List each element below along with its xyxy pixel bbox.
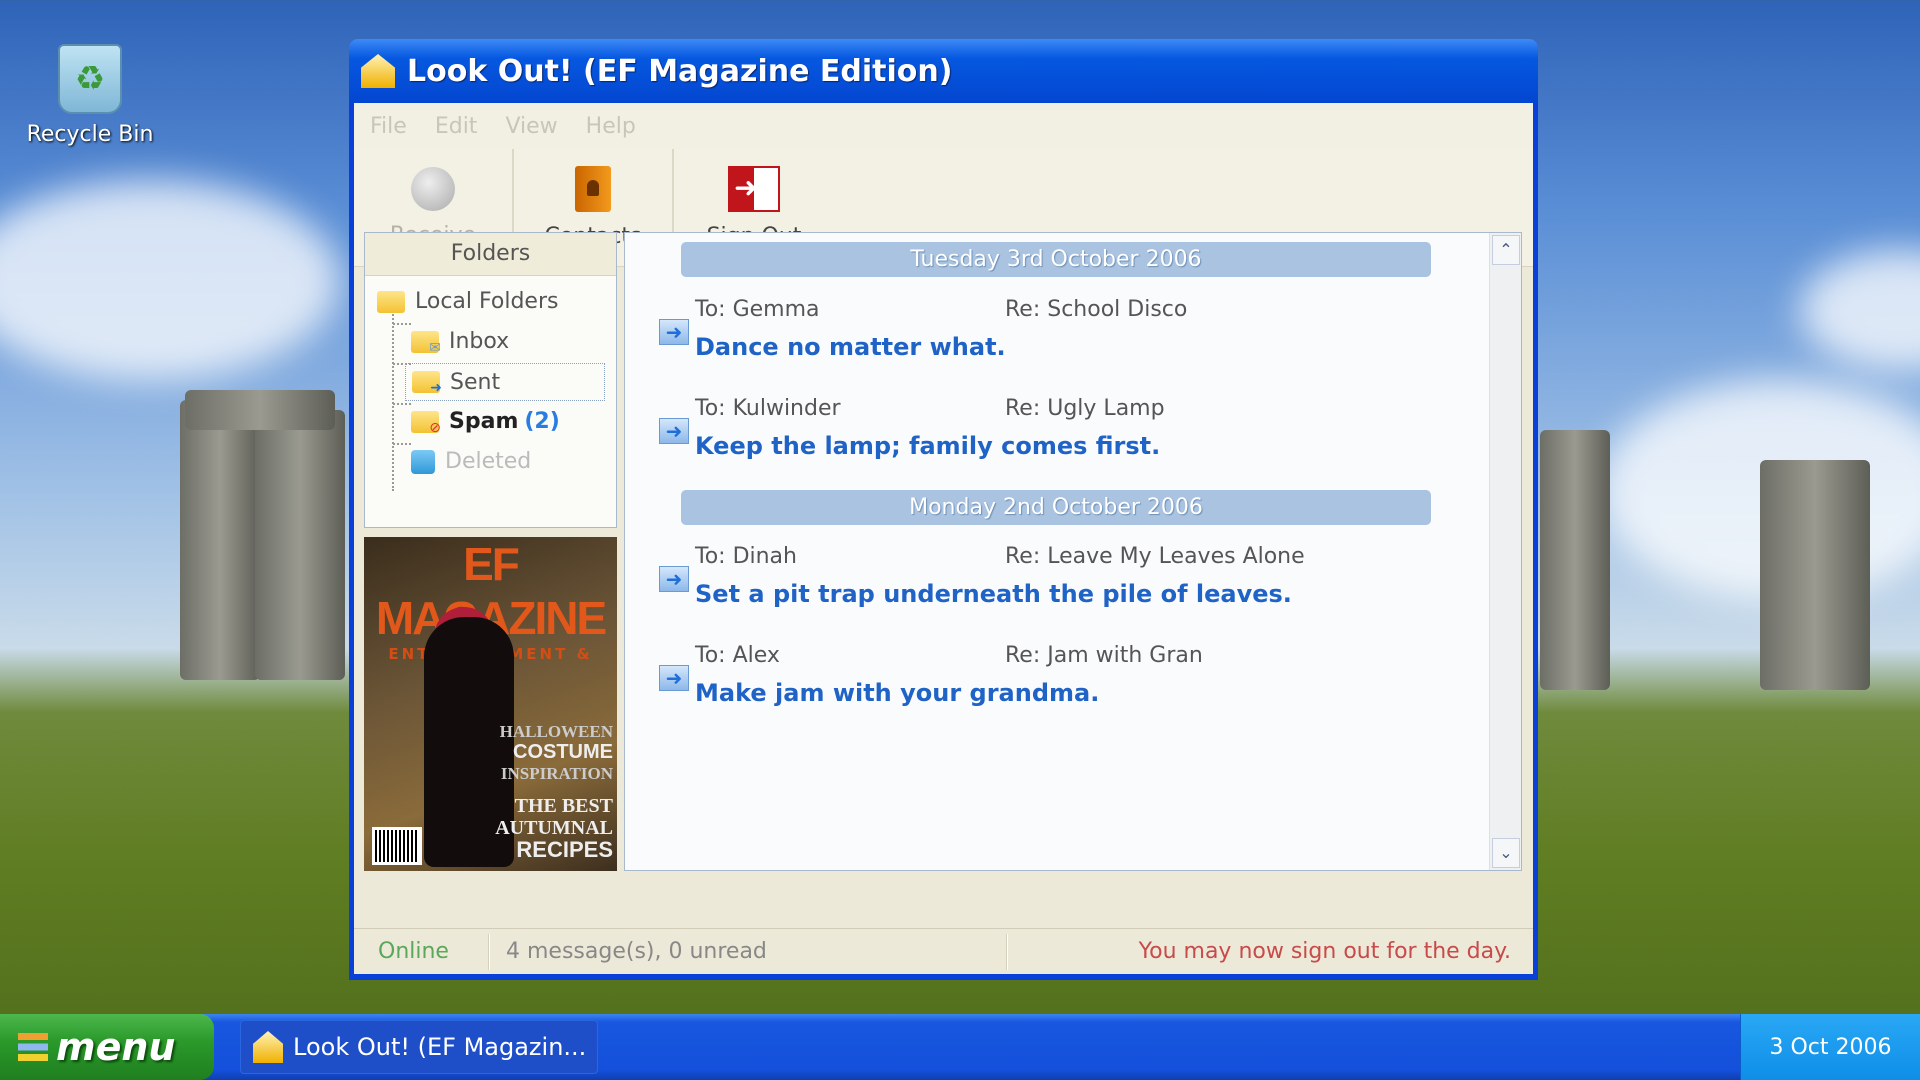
window-title: Look Out! (EF Magazine Edition) bbox=[407, 53, 953, 89]
message-recipient: To: Kulwinder bbox=[695, 396, 841, 421]
stone bbox=[255, 410, 345, 680]
sent-message-icon: ➜ bbox=[659, 418, 689, 444]
status-notice: You may now sign out for the day. bbox=[1138, 939, 1511, 964]
taskbar-item-look-out[interactable]: Look Out! (EF Magazin... bbox=[240, 1020, 598, 1074]
tree-line bbox=[393, 323, 411, 325]
message-item[interactable]: ➜ To: Alex Re: Jam with Gran Make jam wi… bbox=[625, 643, 1485, 723]
address-book-icon bbox=[575, 166, 611, 212]
recycle-bin-icon: ♻ bbox=[58, 44, 122, 114]
cover-headline: COSTUME bbox=[513, 741, 613, 763]
cover-headline: INSPIRATION bbox=[500, 764, 613, 783]
folder-label: Inbox bbox=[449, 329, 510, 354]
cloud bbox=[0, 180, 340, 380]
menu-bar: File Edit View Help bbox=[354, 103, 1533, 149]
message-subject: Re: Ugly Lamp bbox=[1005, 396, 1165, 421]
message-body: Make jam with your grandma. bbox=[695, 679, 1100, 707]
date-header: Tuesday 3rd October 2006 bbox=[681, 242, 1431, 277]
desktop-icon-recycle-bin[interactable]: ♻ Recycle Bin bbox=[20, 44, 160, 147]
cloud bbox=[1800, 250, 1920, 370]
menu-icon bbox=[18, 1033, 48, 1061]
envelope-app-icon bbox=[253, 1031, 283, 1063]
vertical-scrollbar[interactable]: ⌃ ⌄ bbox=[1489, 233, 1521, 870]
message-subject: Re: School Disco bbox=[1005, 297, 1188, 322]
cover-headline: HALLOWEEN bbox=[499, 722, 613, 741]
menu-help[interactable]: Help bbox=[586, 114, 636, 139]
folder-label: Local Folders bbox=[415, 289, 559, 314]
cover-headline: AUTUMNAL bbox=[495, 817, 613, 839]
stone bbox=[185, 390, 335, 430]
folder-label: Sent bbox=[450, 369, 501, 395]
scroll-up-chevron-icon[interactable]: ⌃ bbox=[1492, 235, 1520, 265]
app-window: Look Out! (EF Magazine Edition) File Edi… bbox=[349, 39, 1538, 980]
magazine-cover-ad[interactable]: EF MAGAZINE ENTERTAINMENT & FUN HALLOWEE… bbox=[364, 537, 617, 871]
spam-folder-icon: ⊘ bbox=[411, 410, 441, 435]
message-item[interactable]: ➜ To: Dinah Re: Leave My Leaves Alone Se… bbox=[625, 544, 1485, 624]
inbox-folder-icon: ✉ bbox=[411, 330, 441, 355]
folder-local-folders[interactable]: Local Folders bbox=[377, 289, 558, 314]
folder-inbox[interactable]: ✉ Inbox bbox=[411, 329, 510, 355]
sent-message-icon: ➜ bbox=[659, 319, 689, 345]
folder-label: Deleted bbox=[445, 449, 532, 474]
connection-status: Online bbox=[378, 939, 449, 964]
tree-line bbox=[393, 443, 411, 445]
stone bbox=[180, 400, 260, 680]
scroll-down-chevron-icon[interactable]: ⌄ bbox=[1492, 838, 1520, 868]
exit-sign-icon: ➜ bbox=[728, 166, 780, 212]
message-body: Dance no matter what. bbox=[695, 333, 1006, 361]
message-subject: Re: Leave My Leaves Alone bbox=[1005, 544, 1305, 569]
folders-header: Folders bbox=[365, 233, 616, 276]
folder-sent[interactable]: ➜ Sent bbox=[405, 363, 605, 401]
message-item[interactable]: ➜ To: Kulwinder Re: Ugly Lamp Keep the l… bbox=[625, 396, 1485, 476]
task-label: Look Out! (EF Magazin... bbox=[293, 1033, 587, 1061]
message-recipient: To: Gemma bbox=[695, 297, 820, 322]
start-label: menu bbox=[56, 1025, 176, 1069]
message-body: Keep the lamp; family comes first. bbox=[695, 432, 1161, 460]
receive-globe-icon bbox=[411, 167, 455, 211]
status-bar: Online 4 message(s), 0 unread You may no… bbox=[354, 928, 1533, 974]
tree-line bbox=[392, 303, 394, 491]
stone bbox=[1540, 430, 1610, 690]
sent-message-icon: ➜ bbox=[659, 665, 689, 691]
message-list: Tuesday 3rd October 2006 ➜ To: Gemma Re:… bbox=[624, 232, 1522, 871]
message-recipient: To: Dinah bbox=[695, 544, 797, 569]
folder-spam[interactable]: ⊘ Spam (2) bbox=[411, 409, 560, 435]
recycle-bin-icon bbox=[411, 449, 435, 474]
spam-unread-count: (2) bbox=[524, 409, 560, 434]
message-recipient: To: Alex bbox=[695, 643, 780, 668]
tree-line bbox=[393, 403, 411, 405]
folder-deleted[interactable]: Deleted bbox=[411, 449, 531, 474]
sent-message-icon: ➜ bbox=[659, 566, 689, 592]
message-count: 4 message(s), 0 unread bbox=[506, 939, 767, 964]
stone bbox=[1760, 460, 1870, 690]
message-item[interactable]: ➜ To: Gemma Re: School Disco Dance no ma… bbox=[625, 297, 1485, 377]
system-tray-clock[interactable]: 3 Oct 2006 bbox=[1740, 1014, 1920, 1080]
start-menu-button[interactable]: menu bbox=[0, 1014, 214, 1080]
envelope-app-icon bbox=[361, 54, 395, 88]
taskbar: menu Look Out! (EF Magazin... 3 Oct 2006 bbox=[0, 1014, 1920, 1080]
sent-folder-icon: ➜ bbox=[412, 371, 442, 395]
desktop-icon-label: Recycle Bin bbox=[26, 122, 154, 147]
folder-label: Spam bbox=[449, 409, 519, 434]
folder-tree: Folders Local Folders ✉ Inbox ➜ Sent ⊘ S… bbox=[364, 232, 617, 528]
cover-headline: RECIPES bbox=[516, 837, 613, 862]
barcode-icon bbox=[372, 827, 422, 865]
menu-file[interactable]: File bbox=[370, 114, 407, 139]
clock-date: 3 Oct 2006 bbox=[1769, 1034, 1892, 1060]
date-header: Monday 2nd October 2006 bbox=[681, 490, 1431, 525]
message-subject: Re: Jam with Gran bbox=[1005, 643, 1203, 668]
cover-headline: THE BEST bbox=[514, 795, 613, 817]
title-bar[interactable]: Look Out! (EF Magazine Edition) bbox=[349, 39, 1538, 103]
menu-view[interactable]: View bbox=[505, 114, 557, 139]
folder-icon bbox=[377, 290, 405, 313]
message-body: Set a pit trap underneath the pile of le… bbox=[695, 580, 1292, 608]
menu-edit[interactable]: Edit bbox=[435, 114, 478, 139]
